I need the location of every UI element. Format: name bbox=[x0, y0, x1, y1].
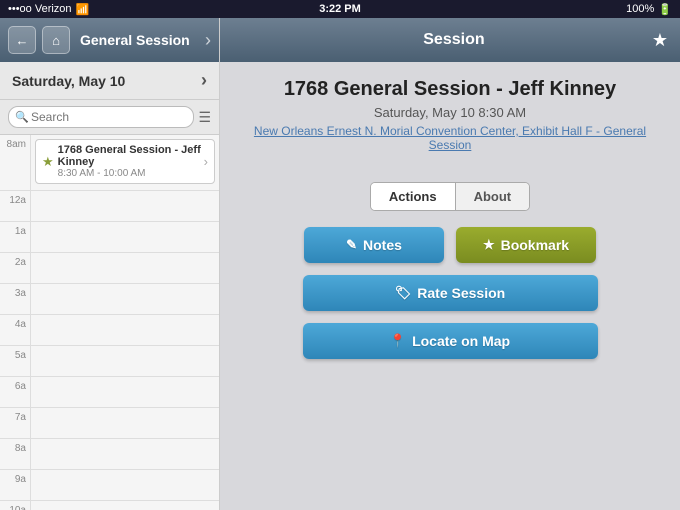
carrier-text: •••oo Verizon bbox=[8, 3, 72, 15]
time-label-7a: 7a bbox=[0, 408, 30, 423]
time-label-5a: 5a bbox=[0, 346, 30, 361]
tag-icon: 🏷 bbox=[395, 285, 412, 301]
tab-about[interactable]: About bbox=[456, 183, 530, 210]
date-chevron-icon[interactable]: › bbox=[201, 70, 207, 91]
time-row-8am: 8am ★ 1768 General Session - Jeff Kinney… bbox=[0, 135, 219, 191]
time-label-4a: 4a bbox=[0, 315, 30, 330]
status-right: 100% 🔋 bbox=[626, 3, 672, 16]
time-content-8am: ★ 1768 General Session - Jeff Kinney 8:3… bbox=[30, 135, 219, 190]
time-row-9a: 9a bbox=[0, 470, 219, 501]
locate-on-map-button[interactable]: 📍 Locate on Map bbox=[303, 323, 598, 359]
time-content-5a bbox=[30, 346, 219, 376]
battery-text: 100% bbox=[626, 3, 654, 15]
left-navbar: ← ⌂ General Session › bbox=[0, 18, 219, 62]
battery-icon: 🔋 bbox=[658, 3, 672, 16]
time-label-6a: 6a bbox=[0, 377, 30, 392]
time-content-8a bbox=[30, 439, 219, 469]
time-row-1a: 1a bbox=[0, 222, 219, 253]
time-row-10a: 10a bbox=[0, 501, 219, 510]
notes-label: Notes bbox=[363, 237, 402, 253]
action-row-top: ✎ Notes ★ Bookmark bbox=[304, 227, 596, 263]
actions-area: ✎ Notes ★ Bookmark 🏷 Rate Session 📍 Loca… bbox=[220, 227, 680, 359]
session-content: 1768 General Session - Jeff Kinney Satur… bbox=[220, 62, 680, 168]
app-container: ← ⌂ General Session › Saturday, May 10 ›… bbox=[0, 18, 680, 510]
rate-label: Rate Session bbox=[417, 285, 505, 301]
bookmark-button[interactable]: ★ Bookmark bbox=[456, 227, 596, 263]
search-wrapper: 🔍 bbox=[8, 106, 194, 128]
bookmark-label: Bookmark bbox=[501, 237, 569, 253]
session-item[interactable]: ★ 1768 General Session - Jeff Kinney 8:3… bbox=[35, 139, 215, 184]
status-left: •••oo Verizon 📶 bbox=[8, 3, 89, 16]
time-row-4a: 4a bbox=[0, 315, 219, 346]
time-content-2a bbox=[30, 253, 219, 283]
time-content-9a bbox=[30, 470, 219, 500]
schedule-area: 8am ★ 1768 General Session - Jeff Kinney… bbox=[0, 135, 219, 510]
action-row-rate: 🏷 Rate Session bbox=[303, 275, 598, 311]
time-content-12a bbox=[30, 191, 219, 221]
time-content-7a bbox=[30, 408, 219, 438]
time-label-3a: 3a bbox=[0, 284, 30, 299]
time-label-12a: 12a bbox=[0, 191, 30, 206]
date-header[interactable]: Saturday, May 10 › bbox=[0, 62, 219, 100]
time-row-6a: 6a bbox=[0, 377, 219, 408]
session-location[interactable]: New Orleans Ernest N. Morial Convention … bbox=[240, 124, 660, 152]
time-label-2a: 2a bbox=[0, 253, 30, 268]
session-main-title: 1768 General Session - Jeff Kinney bbox=[240, 78, 660, 101]
time-content-10a bbox=[30, 501, 219, 510]
left-nav-title: General Session bbox=[76, 32, 199, 48]
session-star-icon: ★ bbox=[42, 154, 54, 170]
session-title: 1768 General Session - Jeff Kinney bbox=[58, 144, 204, 168]
time-label-10a: 10a bbox=[0, 501, 30, 510]
right-navbar: Session ★ bbox=[220, 18, 680, 62]
right-nav-title: Session bbox=[256, 31, 652, 49]
time-row-12a: 12a bbox=[0, 191, 219, 222]
right-panel: Session ★ 1768 General Session - Jeff Ki… bbox=[220, 18, 680, 510]
time-row-3a: 3a bbox=[0, 284, 219, 315]
time-row-2a: 2a bbox=[0, 253, 219, 284]
pencil-icon: ✎ bbox=[346, 237, 357, 253]
time-content-3a bbox=[30, 284, 219, 314]
notes-button[interactable]: ✎ Notes bbox=[304, 227, 444, 263]
date-label: Saturday, May 10 bbox=[12, 73, 125, 89]
time-label-1a: 1a bbox=[0, 222, 30, 237]
search-container: 🔍 ☰ bbox=[0, 100, 219, 135]
nav-chevron-icon[interactable]: › bbox=[205, 30, 211, 51]
rate-session-button[interactable]: 🏷 Rate Session bbox=[303, 275, 598, 311]
search-icon-right[interactable]: ☰ bbox=[198, 109, 211, 126]
time-row-5a: 5a bbox=[0, 346, 219, 377]
tab-actions[interactable]: Actions bbox=[371, 183, 456, 210]
star-icon: ★ bbox=[483, 237, 495, 253]
time-row-7a: 7a bbox=[0, 408, 219, 439]
time-content-4a bbox=[30, 315, 219, 345]
tab-bar: Actions About bbox=[370, 182, 530, 211]
status-time: 3:22 PM bbox=[319, 3, 361, 15]
time-label-8am: 8am bbox=[0, 135, 30, 150]
pin-icon: 📍 bbox=[390, 333, 406, 349]
search-input[interactable] bbox=[8, 106, 194, 128]
status-bar: •••oo Verizon 📶 3:22 PM 100% 🔋 bbox=[0, 0, 680, 18]
nav-star-icon[interactable]: ★ bbox=[652, 30, 668, 51]
session-info: 1768 General Session - Jeff Kinney 8:30 … bbox=[58, 144, 204, 179]
time-content-1a bbox=[30, 222, 219, 252]
wifi-icon: 📶 bbox=[76, 3, 90, 16]
session-time: 8:30 AM - 10:00 AM bbox=[58, 168, 204, 179]
left-panel: ← ⌂ General Session › Saturday, May 10 ›… bbox=[0, 18, 220, 510]
action-row-locate: 📍 Locate on Map bbox=[303, 323, 598, 359]
locate-label: Locate on Map bbox=[412, 333, 510, 349]
time-row-8a: 8a bbox=[0, 439, 219, 470]
session-chevron-icon: › bbox=[204, 154, 208, 169]
tabs-container: Actions About bbox=[220, 182, 680, 211]
session-date: Saturday, May 10 8:30 AM bbox=[240, 105, 660, 120]
search-icon: 🔍 bbox=[15, 111, 29, 124]
time-content-6a bbox=[30, 377, 219, 407]
home-button[interactable]: ⌂ bbox=[42, 26, 70, 54]
back-button[interactable]: ← bbox=[8, 26, 36, 54]
time-label-9a: 9a bbox=[0, 470, 30, 485]
time-label-8a: 8a bbox=[0, 439, 30, 454]
